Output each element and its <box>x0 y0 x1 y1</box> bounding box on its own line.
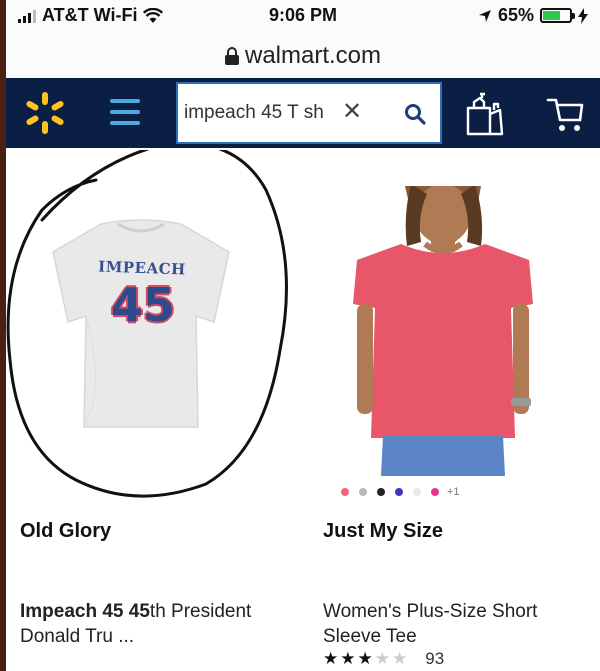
product-title[interactable]: Women's Plus-Size Short Sleeve Tee <box>323 599 593 649</box>
search-input[interactable] <box>184 98 352 128</box>
battery-percent: 65% <box>497 5 534 25</box>
color-swatch[interactable] <box>359 488 367 496</box>
status-bar: AT&T Wi-Fi 9:06 PM 65% <box>6 0 600 34</box>
product-image[interactable] <box>343 186 543 476</box>
color-swatch[interactable] <box>413 488 421 496</box>
battery-icon <box>540 8 575 23</box>
star-icon: ★ <box>374 649 390 668</box>
clear-search-icon[interactable]: ✕ <box>338 97 366 126</box>
product-brand: Old Glory <box>20 520 112 542</box>
product-card[interactable]: +1 Just My Size Women's Plus-Size Short … <box>303 150 600 671</box>
search-icon[interactable] <box>404 103 426 125</box>
search-box: ✕ <box>176 82 442 144</box>
star-rating: ★ ★ ★ ★ ★ 93 <box>323 649 444 669</box>
url-text: walmart.com <box>244 42 382 69</box>
star-icon: ★ <box>392 649 408 668</box>
product-title[interactable]: Impeach 45 45th President Donald Tru ... <box>20 599 290 649</box>
color-swatch[interactable] <box>395 488 403 496</box>
star-icon: ★ <box>357 649 373 668</box>
title-bold: Impeach 45 45 <box>20 601 150 622</box>
star-icon: ★ <box>340 649 356 668</box>
status-right: 65% <box>478 5 588 26</box>
color-swatch[interactable] <box>431 488 439 496</box>
color-swatch[interactable] <box>377 488 385 496</box>
color-swatches[interactable]: +1 <box>341 486 460 498</box>
walmart-spark-icon[interactable] <box>22 90 68 136</box>
battery-fill <box>543 11 560 20</box>
shirt-print-number: 45 <box>110 278 175 332</box>
color-swatch[interactable] <box>341 488 349 496</box>
review-count[interactable]: 93 <box>425 649 444 669</box>
address-bar[interactable]: walmart.com <box>6 34 600 78</box>
lock-icon <box>224 47 239 65</box>
location-arrow-icon <box>478 9 491 22</box>
charging-bolt-icon <box>578 7 588 24</box>
product-card[interactable]: IMPEACH 45 Old Glory Impeach 45 45th Pre… <box>6 150 303 671</box>
menu-icon[interactable] <box>110 99 140 125</box>
grocery-bag-icon[interactable] <box>464 92 506 136</box>
phone-screen: AT&T Wi-Fi 9:06 PM 65% walmart.com impea… <box>6 0 600 671</box>
site-header: ✕ <box>6 78 600 148</box>
product-brand: Just My Size <box>323 520 444 542</box>
more-colors-label[interactable]: +1 <box>447 486 460 498</box>
cart-icon[interactable] <box>546 96 586 134</box>
star-icon: ★ <box>323 649 339 668</box>
